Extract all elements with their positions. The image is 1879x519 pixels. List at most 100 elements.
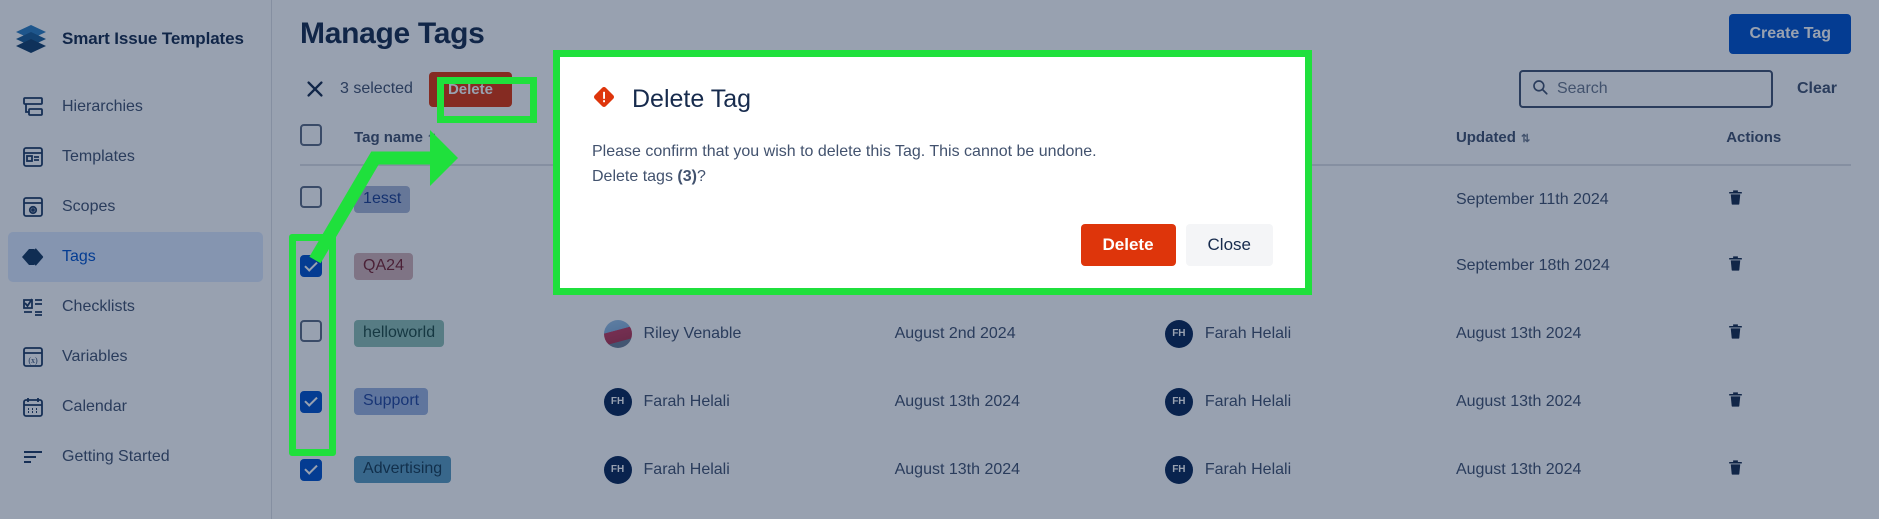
row-select-cell [300,368,354,436]
created-date-cell: August 13th 2024 [895,368,1165,436]
created-by-cell: FH Farah Helali [603,368,895,436]
template-icon [20,144,46,170]
table-row: helloworld Riley Venable August 2nd 2024 FH… [300,300,1851,368]
actions-cell [1726,504,1851,519]
row-select-cell [300,300,354,368]
brand-name: Smart Issue Templates [62,29,244,48]
row-checkbox[interactable] [300,255,322,278]
tag-pill[interactable]: helloworld [354,320,445,348]
modal-close-button[interactable]: Close [1185,224,1273,266]
sidebar-item-label: Hierarchies [62,98,143,115]
row-checkbox[interactable] [300,390,322,413]
page-title: Manage Tags [300,17,485,50]
updated-by-label: Farah Helali [1204,460,1292,478]
modal-delete-suffix: ? [696,167,706,185]
sidebar-nav: Hierarchies Templates Scopes Tags Checkl… [0,82,271,482]
sidebar-item-variables[interactable]: (x) Variables [8,332,263,382]
row-checkbox[interactable] [300,320,322,343]
avatar: FH [1164,387,1193,416]
tag-icon [20,244,46,270]
updated-date-value: September 11th 2024 [1455,190,1609,208]
updated-by-label: Farah Helali [1204,392,1292,410]
created-by-label: Farah Helali [643,460,730,478]
tag-pill[interactable]: QA24 [354,253,413,280]
updated-date-cell: August 13th 2024 [1456,368,1726,436]
updated-by-cell: FHFarah Helali [1165,504,1456,519]
modal-body-line-1: Please confirm that you wish to delete t… [592,143,1097,160]
modal-delete-prefix: Delete tags [592,167,678,185]
modal-body-line-2: Delete tags (3)? [592,165,1273,190]
person: Riley Venable [603,319,895,348]
modal-title: Delete Tag [632,85,752,113]
updated-date-cell: September 11th 2024 [1456,165,1726,233]
select-all-checkbox[interactable] [300,124,322,146]
person: FH Farah Helali [603,387,895,416]
column-header-updated[interactable]: Updated ⇅ [1455,116,1727,166]
sidebar-item-scopes[interactable]: Scopes [8,182,263,232]
column-label: Actions [1726,128,1782,146]
close-icon[interactable] [300,74,330,104]
app-root: Smart Issue Templates Hierarchies Templa… [0,0,1879,519]
checklist-icon [20,294,46,320]
avatar [603,319,632,348]
trash-icon[interactable] [1726,458,1745,477]
row-checkbox[interactable] [300,186,322,208]
column-label: Tag name [354,128,423,146]
sort-caret-icon: ⇅ [427,132,438,145]
updated-date-value: August 13th 2024 [1455,460,1582,478]
calendar-icon [20,394,46,420]
sidebar-item-getting-started[interactable]: Getting Started [8,432,263,482]
trash-icon[interactable] [1726,254,1745,273]
actions-cell [1726,436,1851,504]
sort-caret-icon: ⇅ [1520,132,1531,145]
updated-by-cell: FHFarah Helali [1164,300,1456,368]
created-date-value: August 13th 2024 [894,460,1021,478]
avatar: FH [603,387,632,416]
created-by-cell: FH Farah Helali [603,436,895,504]
table-row: DevOpsFHFarah HelaliAugust 9th 2024FHFar… [300,504,1851,519]
sidebar-item-label: Tags [62,248,96,265]
sidebar-item-checklists[interactable]: Checklists [8,282,263,332]
modal-inner: Delete Tag Please confirm that you wish … [560,57,1305,288]
created-date-cell: August 9th 2024 [895,504,1165,519]
sidebar-item-tags[interactable]: Tags [8,232,263,282]
sidebar-item-calendar[interactable]: Calendar [8,382,263,432]
select-all-cell [300,116,355,166]
modal-confirm-delete-button[interactable]: Delete [1080,224,1176,266]
error-diamond-icon [592,85,616,114]
trash-icon[interactable] [1726,322,1745,341]
sidebar-item-label: Templates [62,148,135,165]
person: FH Farah Helali [1164,455,1456,484]
modal-delete-count: (3) [677,167,697,185]
row-select-cell [300,504,354,519]
updated-date-cell: August 13th 2024 [1456,300,1726,368]
sidebar-item-hierarchies[interactable]: Hierarchies [8,82,263,132]
tag-pill[interactable]: Support [354,388,429,416]
avatar: FH [603,455,632,484]
tag-name-cell: Advertising [354,436,603,504]
created-by-cell: FHFarah Helali [604,504,895,519]
tag-pill[interactable]: 1esst [354,186,411,213]
actions-cell [1726,233,1851,300]
search-box[interactable] [1518,70,1773,108]
sidebar-item-templates[interactable]: Templates [8,132,263,182]
created-date-cell: August 13th 2024 [895,436,1165,504]
clear-search-button[interactable]: Clear [1783,71,1851,107]
tag-name-cell: helloworld [354,300,603,368]
created-by-label: Riley Venable [643,324,742,342]
search-input[interactable] [1556,80,1761,98]
row-checkbox[interactable] [300,458,322,481]
trash-icon[interactable] [1726,390,1745,409]
updated-by-cell: FH Farah Helali [1164,368,1456,436]
row-select-cell [300,165,354,233]
row-select-cell [300,233,354,300]
tag-pill[interactable]: Advertising [354,456,452,484]
trash-icon[interactable] [1726,188,1745,207]
created-date-cell: August 2nd 2024 [895,300,1165,368]
table-row: Support FH Farah Helali August 13th 2024 FH F… [300,368,1851,436]
bulk-delete-button[interactable]: Delete [428,71,512,107]
create-tag-button[interactable]: Create Tag [1729,14,1851,54]
person: FH Farah Helali [1164,319,1456,348]
person: FH Farah Helali [603,455,895,484]
created-by-label: Farah Helali [643,392,730,410]
